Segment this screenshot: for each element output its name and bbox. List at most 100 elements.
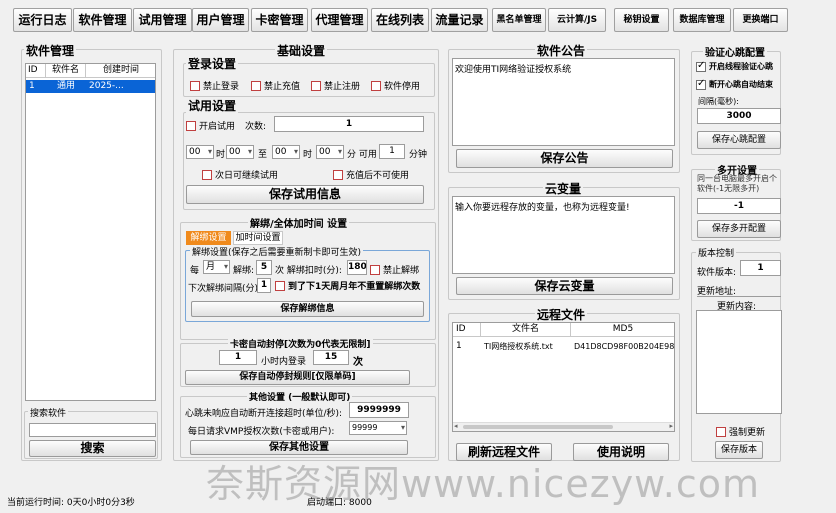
trial-count-input[interactable]: 1: [274, 116, 424, 132]
save-cloudvar-button[interactable]: 保存云变量: [456, 277, 673, 295]
checkbox-box: [275, 280, 285, 291]
update-content-textarea[interactable]: [696, 310, 782, 414]
software-col-created[interactable]: 创建时间: [86, 64, 155, 78]
save-unbind-button[interactable]: 保存解绑信息: [191, 301, 424, 317]
forbid-recharge-checkbox[interactable]: 禁止充值: [251, 79, 300, 92]
table-row[interactable]: 1 通用 2025-...: [26, 80, 155, 93]
unbind-deduct-input[interactable]: 180: [347, 260, 367, 275]
checkbox-box: [371, 80, 381, 91]
heartbeat-interval-label: 间隔(毫秒):: [698, 97, 739, 106]
vmp-select[interactable]: 99999: [349, 421, 407, 435]
notice-textarea[interactable]: 欢迎使用TI网络验证授权系统: [452, 58, 675, 146]
tab-8[interactable]: 流量记录: [431, 8, 488, 32]
table-row[interactable]: 1 TI网络授权系统.txt D41D8CD98F00B204E980...: [453, 340, 674, 353]
save-autoban-button[interactable]: 保存自动停封规则[仅限单码]: [185, 370, 410, 385]
remote-col-id[interactable]: ID: [453, 323, 481, 337]
tab-10[interactable]: 云计算/JS: [548, 8, 606, 32]
heartbeat-interval-input[interactable]: 3000: [697, 108, 781, 124]
heartbeat-autoend-checkbox[interactable]: 断开心跳自动结束: [696, 78, 773, 90]
update-url-input[interactable]: [697, 296, 781, 297]
trial-start-minute-select[interactable]: 00: [226, 145, 254, 159]
checkbox-box: [333, 169, 343, 180]
remote-col-md5[interactable]: MD5: [571, 323, 674, 337]
no-reset-checkbox[interactable]: 到了下1天周月年不重置解绑次数: [275, 279, 420, 292]
unbind-period-select[interactable]: 月: [203, 260, 230, 274]
software-row-id: 1: [29, 81, 35, 91]
vmp-label: 每日请求VMP授权次数(卡密或用户):: [188, 427, 335, 437]
checkbox-box: [716, 426, 726, 437]
tab-13[interactable]: 更换端口: [733, 8, 788, 32]
trial-end-minute-select[interactable]: 00: [316, 145, 344, 159]
forbid-register-checkbox[interactable]: 禁止注册: [311, 79, 360, 92]
timeout-input[interactable]: 9999999: [349, 402, 409, 418]
save-notice-button[interactable]: 保存公告: [456, 149, 673, 168]
forbid-unbind-checkbox[interactable]: 禁止解绑: [370, 263, 419, 276]
unbind-count-input[interactable]: 5: [256, 260, 272, 275]
after-recharge-checkbox[interactable]: 充值后不可使用: [333, 168, 409, 181]
scroll-thumb[interactable]: [463, 425, 613, 429]
horizontal-scrollbar[interactable]: ◂ ▸: [453, 422, 674, 431]
tab-2[interactable]: 软件管理: [73, 8, 132, 32]
tab-11[interactable]: 秘钥设置: [614, 8, 669, 32]
remote-files-title: 远程文件: [535, 306, 588, 323]
checkbox-label: 强制更新: [729, 428, 766, 438]
forbid-login-checkbox[interactable]: 禁止登录: [190, 79, 239, 92]
software-panel-title: 软件管理: [24, 42, 77, 59]
hours-label: 小时内登录: [261, 357, 307, 367]
minute-available-label: 分 可用: [347, 150, 377, 160]
version-input[interactable]: 1: [740, 260, 781, 276]
save-multi-open-button[interactable]: 保存多开配置: [697, 220, 781, 238]
runtime-status: 当前运行时间: 0天0小时0分3秒: [7, 498, 135, 508]
software-table[interactable]: ID 软件名 创建时间 1 通用 2025-...: [25, 63, 156, 401]
cloudvar-content: 输入你要远程存放的变量，也称为远程变量!: [455, 203, 630, 213]
watermark-text: 奈斯资源网www.nicezyw.com: [206, 462, 761, 506]
tab-3[interactable]: 试用管理: [133, 8, 192, 32]
scroll-left-icon[interactable]: ◂: [454, 422, 458, 430]
force-update-checkbox[interactable]: 强制更新: [716, 425, 765, 438]
cloudvar-title: 云变量: [543, 180, 584, 197]
scroll-right-icon[interactable]: ▸: [669, 422, 673, 430]
search-input[interactable]: [29, 423, 156, 437]
disable-software-checkbox[interactable]: 软件停用: [371, 79, 420, 92]
save-heartbeat-button[interactable]: 保存心跳配置: [697, 131, 781, 149]
timeout-label: 心跳未响应自动断开连接超时(单位/秒):: [185, 409, 343, 419]
unbind-interval-input[interactable]: 1: [257, 278, 271, 293]
tab-1[interactable]: 运行日志: [13, 8, 72, 32]
tab-6[interactable]: 代理管理: [311, 8, 368, 32]
tab-add-time-settings[interactable]: 加时间设置: [233, 231, 283, 245]
heartbeat-thread-checkbox[interactable]: 开启线程验证心跳: [696, 60, 773, 72]
login-settings-title: 登录设置: [186, 55, 239, 72]
tab-12[interactable]: 数据库管理: [673, 8, 731, 32]
other-settings-title: 其他设置 (一般默认即可): [247, 390, 353, 403]
checkbox-box: [251, 80, 261, 91]
tab-5[interactable]: 卡密管理: [251, 8, 308, 32]
checkbox-label: 开启线程验证心跳: [709, 62, 773, 71]
remote-col-filename[interactable]: 文件名: [481, 323, 571, 337]
checkbox-label: 到了下1天周月年不重置解绑次数: [288, 282, 421, 292]
cloudvar-textarea[interactable]: 输入你要远程存放的变量，也称为远程变量!: [452, 196, 675, 274]
autoban-times-input[interactable]: 15: [313, 350, 349, 365]
trial-minutes-input[interactable]: 1: [379, 144, 405, 159]
tab-7[interactable]: 在线列表: [371, 8, 429, 32]
search-button[interactable]: 搜索: [29, 440, 156, 457]
tab-4[interactable]: 用户管理: [192, 8, 249, 32]
tab-9[interactable]: 黑名单管理: [492, 8, 546, 32]
trial-end-hour-select[interactable]: 00: [272, 145, 300, 159]
hour-label: 时: [216, 150, 226, 160]
software-col-id[interactable]: ID: [26, 64, 46, 78]
unbind-settings-title: 解绑/全体加时间 设置: [248, 215, 350, 230]
tab-unbind-settings[interactable]: 解绑设置: [186, 231, 231, 245]
save-trial-button[interactable]: 保存试用信息: [186, 185, 424, 204]
checkbox-label: 禁止注册: [324, 82, 361, 92]
trial-start-hour-select[interactable]: 00: [186, 145, 214, 159]
notice-content: 欢迎使用TI网络验证授权系统: [455, 65, 572, 75]
software-col-name[interactable]: 软件名: [46, 64, 86, 78]
autoban-hours-input[interactable]: 1: [219, 350, 257, 365]
remote-row-md5: D41D8CD98F00B204E980...: [574, 342, 674, 351]
checkbox-label: 禁止解绑: [383, 266, 420, 276]
next-day-trial-checkbox[interactable]: 次日可继续试用: [202, 168, 278, 181]
multi-open-input[interactable]: -1: [697, 198, 781, 214]
enable-trial-checkbox[interactable]: 开启试用: [186, 119, 235, 132]
remote-files-table[interactable]: ID 文件名 MD5 1 TI网络授权系统.txt D41D8CD98F00B2…: [452, 322, 675, 432]
software-row-created: 2025-...: [89, 81, 124, 91]
